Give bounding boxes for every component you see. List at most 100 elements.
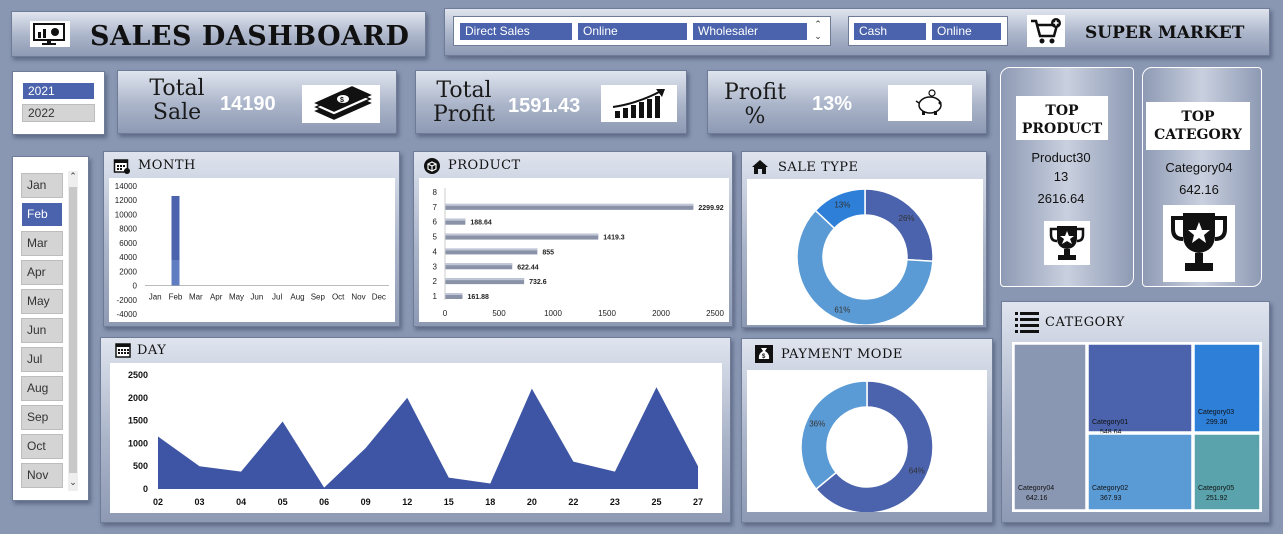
payment-option[interactable]: Cash (853, 22, 927, 41)
chevron-down-icon[interactable]: ⌄ (812, 31, 824, 41)
x-tick-label: Dec (372, 293, 386, 302)
sale-type-chart: 26% 61% 13% (796, 188, 934, 326)
x-tick-label: 2000 (652, 309, 670, 318)
y-tick-label: 1 (433, 292, 438, 301)
x-tick-label: 1500 (598, 309, 616, 318)
kpi-label: Total Profit (432, 78, 496, 127)
sale-type-option[interactable]: Wholesaler (692, 22, 808, 41)
x-tick-label: 04 (236, 497, 246, 507)
month-option[interactable]: Jul (21, 347, 63, 372)
day-chart: 2500 2000 1500 1000 500 0 02 03 04 05 06 09 12 15 18 20… (128, 370, 703, 507)
y-tick-label: 4 (433, 247, 438, 256)
panel-title: SALE TYPE (778, 160, 859, 175)
product-chart-area: 1 161.88 2 732.6 3 622.44 4 855 5 1419.3 6 188.64 7 2… (419, 178, 729, 322)
month-option[interactable]: Oct (21, 434, 63, 459)
kpi-value-total-profit: 1591.43 (508, 95, 581, 117)
x-tick-label: 09 (361, 497, 371, 507)
day-panel: DAY 2500 2000 1500 1000 500 0 02 03 04 05 06 09 12 15… (100, 337, 731, 523)
y-tick-label: 0 (133, 282, 138, 291)
slice-label: 61% (834, 305, 850, 314)
sale-type-slicer: Direct Sales Online Wholesaler ⌃ ⌄ (453, 16, 831, 46)
top-category-name: Category04 (1165, 160, 1233, 175)
page-title: SALES DASHBOARD (90, 21, 410, 52)
data-label: 622.44 (517, 264, 539, 271)
list-icon (1015, 311, 1039, 333)
x-tick-label: 500 (492, 309, 506, 318)
slice-label: 13% (834, 201, 850, 210)
y-tick-label: 8 (433, 188, 438, 197)
x-tick-label: 03 (195, 497, 205, 507)
month-option[interactable]: Sep (21, 405, 63, 430)
treemap-label: Category05 (1198, 485, 1234, 492)
kpi-total-profit: Total Profit 1591.43 (415, 70, 687, 134)
year-option-2022[interactable]: 2022 (22, 104, 95, 122)
x-tick-label: 12 (402, 497, 412, 507)
y-tick-label: -4000 (117, 310, 138, 319)
y-tick-label: 6000 (119, 239, 137, 248)
month-panel: MONTH 14000 12000 10000 8000 6000 4000 2000 0 -2… (103, 151, 400, 327)
x-tick-label: Sep (311, 293, 326, 302)
box-icon (423, 157, 441, 175)
scrollbar[interactable]: ⌃ ⌄ (68, 171, 78, 491)
panel-title: MONTH (138, 158, 196, 173)
month-chart-area: 14000 12000 10000 8000 6000 4000 2000 0 -2000 -40… (109, 178, 395, 322)
x-tick-label: 18 (485, 497, 495, 507)
bar-highlight (445, 263, 513, 266)
panel-title: PAYMENT MODE (781, 347, 903, 362)
month-option[interactable]: Feb (21, 202, 63, 227)
kpi-value-profit-percent: 13% (812, 93, 853, 115)
treemap-label: Category01 (1092, 419, 1128, 426)
x-tick-label: 05 (278, 497, 288, 507)
month-option[interactable]: Mar (21, 231, 63, 256)
x-tick-label: Apr (210, 293, 223, 302)
donut-slice (800, 380, 868, 491)
top-category-card: TOP CATEGORY Category04 642.16 (1142, 67, 1262, 287)
payment-mode-panel: $ PAYMENT MODE 64% 36% (741, 338, 993, 523)
x-tick-label: Aug (290, 293, 304, 302)
y-tick-label: 2000 (119, 267, 137, 276)
y-tick-label: 2 (433, 277, 438, 286)
category-treemap: Category04642.16Category01548.64Category… (1013, 343, 1261, 511)
month-option[interactable]: Jun (21, 318, 63, 343)
kpi-label: Profit% (723, 80, 787, 129)
month-option[interactable]: Nov (21, 463, 63, 488)
top-category-value: 642.16 (1179, 182, 1219, 197)
x-tick-label: Oct (332, 293, 345, 302)
sale-type-option[interactable]: Direct Sales (459, 22, 573, 41)
day-chart-area: 2500 2000 1500 1000 500 0 02 03 04 05 06 09 12 15 18 20… (110, 363, 722, 513)
x-tick-label: Jun (250, 293, 263, 302)
month-chart: 14000 12000 10000 8000 6000 4000 2000 0 -2000 -40… (115, 182, 389, 319)
sale-type-option[interactable]: Online (577, 22, 688, 41)
scrollbar-thumb[interactable] (69, 187, 77, 473)
month-option[interactable]: Aug (21, 376, 63, 401)
money-icon: $ (302, 85, 380, 123)
y-tick-label: 10000 (115, 210, 138, 219)
x-tick-label: 22 (568, 497, 578, 507)
year-option-2021[interactable]: 2021 (22, 82, 95, 100)
chevron-down-icon[interactable]: ⌄ (68, 477, 78, 489)
month-option[interactable]: Apr (21, 260, 63, 285)
product-panel: PRODUCT 1 161.88 2 732.6 3 622.44 4 855 5 1419.3 6… (413, 151, 733, 327)
x-tick-label: 0 (443, 309, 448, 318)
x-tick-label: 27 (693, 497, 703, 507)
y-tick-label: 1000 (128, 438, 148, 448)
y-tick-label: 0 (143, 484, 148, 494)
x-tick-label: 23 (610, 497, 620, 507)
trophy-icon (1044, 221, 1090, 265)
x-tick-label: 2500 (706, 309, 724, 318)
month-option[interactable]: May (21, 289, 63, 314)
chevron-up-icon[interactable]: ⌃ (68, 171, 78, 183)
payment-option[interactable]: Online (931, 22, 1002, 41)
svg-text:$: $ (340, 97, 344, 104)
area-series (158, 387, 698, 489)
treemap-value: 642.16 (1026, 495, 1048, 502)
chevron-up-icon[interactable]: ⌃ (812, 19, 824, 29)
calendar-icon (113, 157, 131, 175)
month-option[interactable]: Jan (21, 173, 63, 198)
kpi-total-sale: Total Sale 14190 $ (117, 70, 397, 134)
sale-type-panel: SALE TYPE 26% 61% 13% (741, 151, 987, 328)
slice-label: 36% (809, 420, 825, 429)
kpi-label: Total Sale (149, 76, 205, 125)
money-bag-icon: $ (755, 345, 773, 363)
data-label: 855 (542, 249, 554, 256)
